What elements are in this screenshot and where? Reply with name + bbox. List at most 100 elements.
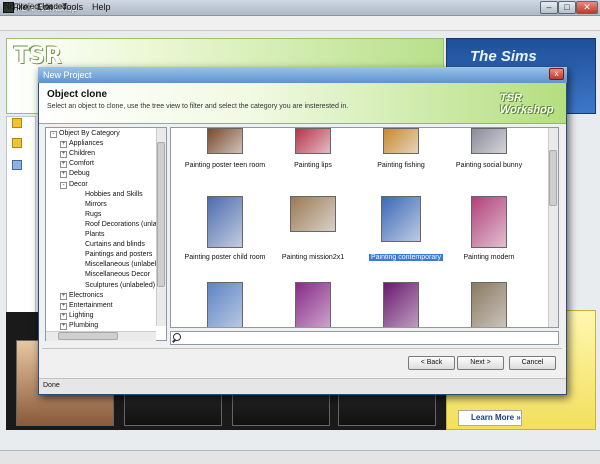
tree-item[interactable]: Plumbing (69, 322, 98, 329)
tree-item[interactable]: Miscellaneous Decor (85, 271, 150, 278)
dialog-divider (42, 348, 562, 349)
tree-item[interactable]: Decor (69, 181, 88, 188)
object-tile[interactable] (443, 280, 535, 327)
grid-scroll-thumb[interactable] (549, 150, 557, 206)
tree-item[interactable]: Roof Decorations (unlabe (85, 221, 164, 228)
tree-item-label: Curtains and blinds (85, 241, 145, 249)
object-label: Painting poster teen room (184, 162, 266, 169)
tree-item-label: Mirrors (85, 200, 107, 208)
object-tile[interactable] (179, 280, 271, 327)
object-tile[interactable]: Painting mission2x1 (267, 194, 359, 274)
next-button[interactable]: Next > (457, 356, 504, 370)
object-thumbnail (381, 196, 421, 242)
object-thumbnail (207, 128, 243, 154)
tree-item-label: Roof Decorations (unlabe (85, 220, 165, 228)
document-icon (12, 160, 22, 170)
tree-item[interactable]: Plants (85, 231, 104, 238)
object-tile[interactable]: Painting contemporary (355, 194, 447, 274)
tree-item[interactable]: Rugs (85, 211, 101, 218)
tree-item[interactable]: Object By Category (59, 130, 120, 137)
maximize-icon[interactable]: □ (558, 1, 576, 14)
object-thumbnail (207, 282, 243, 327)
tree-item-label: Paintings and posters (85, 251, 153, 259)
tree-item-label: Decor (69, 180, 88, 188)
tree-item[interactable]: Comfort (69, 160, 94, 167)
object-thumbnail (295, 128, 331, 154)
expand-icon[interactable]: + (60, 322, 67, 330)
tree-item[interactable]: Lighting (69, 312, 94, 319)
tree-item-label: Miscellaneous (unlabele (85, 261, 161, 269)
object-thumbnail (471, 282, 507, 327)
tree-item[interactable]: Sculptures (unlabeled) (85, 282, 155, 289)
object-thumbnail (383, 282, 419, 327)
object-tile[interactable]: Painting modern (443, 194, 535, 274)
menu-bar (0, 16, 600, 31)
object-label: Painting contemporary (369, 254, 444, 261)
tree-item[interactable]: Debug (69, 170, 90, 177)
object-label: Painting poster child room (184, 254, 266, 261)
object-thumbnail (295, 282, 331, 327)
folder-icon (12, 138, 22, 148)
folder-icon (12, 118, 22, 128)
object-label: Painting social bunny (455, 162, 523, 169)
dialog-close-button[interactable]: x (549, 68, 564, 80)
tree-item[interactable]: Entertainment (69, 302, 113, 309)
dialog-title: New Project (43, 70, 92, 80)
object-thumbnail (207, 196, 243, 248)
object-thumbnail (471, 128, 507, 154)
object-tile[interactable]: Painting poster teen room (179, 128, 271, 169)
expand-icon[interactable]: + (60, 292, 67, 300)
object-thumbnail (383, 128, 419, 154)
object-tile[interactable] (355, 280, 447, 327)
tree-item[interactable]: Mirrors (85, 201, 107, 208)
expand-icon[interactable]: + (60, 141, 67, 149)
collapse-icon[interactable]: - (50, 131, 57, 138)
tsr-workshop-logo: TSR Workshop (500, 92, 554, 116)
sims-logo: The Sims (470, 48, 537, 65)
tree-item-label: Plumbing (69, 321, 99, 329)
dialog-status-bar (39, 378, 566, 394)
object-tile[interactable]: Painting poster child room (179, 194, 271, 274)
close-icon[interactable]: ✕ (576, 1, 598, 14)
expand-icon[interactable]: + (60, 151, 67, 159)
tree-item[interactable]: Miscellaneous (unlabele (85, 261, 160, 268)
object-tile[interactable]: Painting social bunny (443, 128, 535, 169)
status-text: No project loaded (4, 2, 67, 11)
tree-item-label: Debug (69, 170, 90, 178)
collapse-icon[interactable]: - (60, 181, 67, 189)
minimize-icon[interactable]: – (540, 1, 558, 14)
object-thumbnail (471, 196, 507, 248)
tree-item[interactable]: Electronics (69, 292, 103, 299)
tree-item-label: Plants (85, 231, 105, 238)
object-tile[interactable]: Painting lips (267, 128, 359, 169)
tree-item[interactable]: Children (69, 150, 95, 157)
object-tile[interactable] (267, 280, 359, 327)
category-tree[interactable]: Object By Category - Appliances + Children + C… (45, 127, 167, 341)
back-button[interactable]: < Back (408, 356, 455, 370)
tree-item-label: Sculptures (unlabeled) (85, 281, 156, 289)
object-label: Painting fishing (377, 162, 425, 169)
tree-hscroll-thumb[interactable] (58, 332, 118, 340)
expand-icon[interactable]: + (60, 302, 67, 310)
expand-icon[interactable]: + (60, 171, 67, 179)
dialog-status-text: Done (43, 382, 60, 389)
tree-item-label: Children (69, 150, 96, 158)
expand-icon[interactable]: + (60, 161, 67, 169)
tree-item[interactable]: Paintings and posters (85, 251, 152, 258)
tree-item[interactable]: Hobbies and Skills (85, 191, 143, 198)
dialog-titlebar (38, 67, 567, 83)
tree-item-label: Hobbies and Skills (85, 190, 143, 198)
object-thumbnail (290, 196, 336, 232)
tree-item[interactable]: Curtains and blinds (85, 241, 145, 248)
learn-more-button[interactable]: Learn More » (458, 410, 522, 426)
expand-icon[interactable]: + (60, 312, 67, 320)
tree-scroll-thumb[interactable] (157, 142, 165, 287)
tree-item-label: Electronics (69, 291, 104, 299)
tree-item-label: Object By Category (59, 130, 120, 137)
tree-item-label: Appliances (69, 140, 104, 148)
tree-item[interactable]: Appliances (69, 140, 103, 147)
object-tile[interactable]: Painting fishing (355, 128, 447, 169)
menu-help[interactable]: Help (92, 2, 111, 12)
search-input[interactable] (170, 331, 559, 345)
cancel-button[interactable]: Cancel (509, 356, 556, 370)
